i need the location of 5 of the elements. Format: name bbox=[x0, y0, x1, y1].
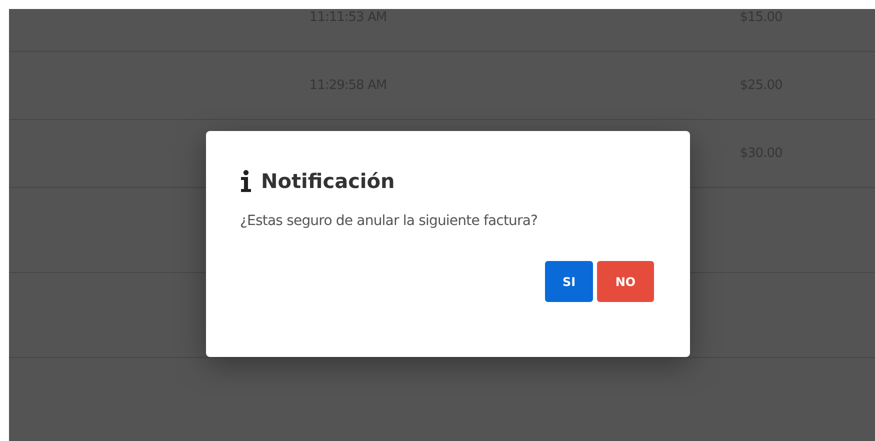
dialog-title: Notificación bbox=[261, 169, 395, 193]
no-button[interactable]: NO bbox=[597, 261, 654, 302]
dialog-message: ¿Estas seguro de anular la siguiente factura? bbox=[240, 213, 539, 229]
info-icon bbox=[240, 170, 252, 192]
yes-button[interactable]: SI bbox=[545, 261, 593, 302]
